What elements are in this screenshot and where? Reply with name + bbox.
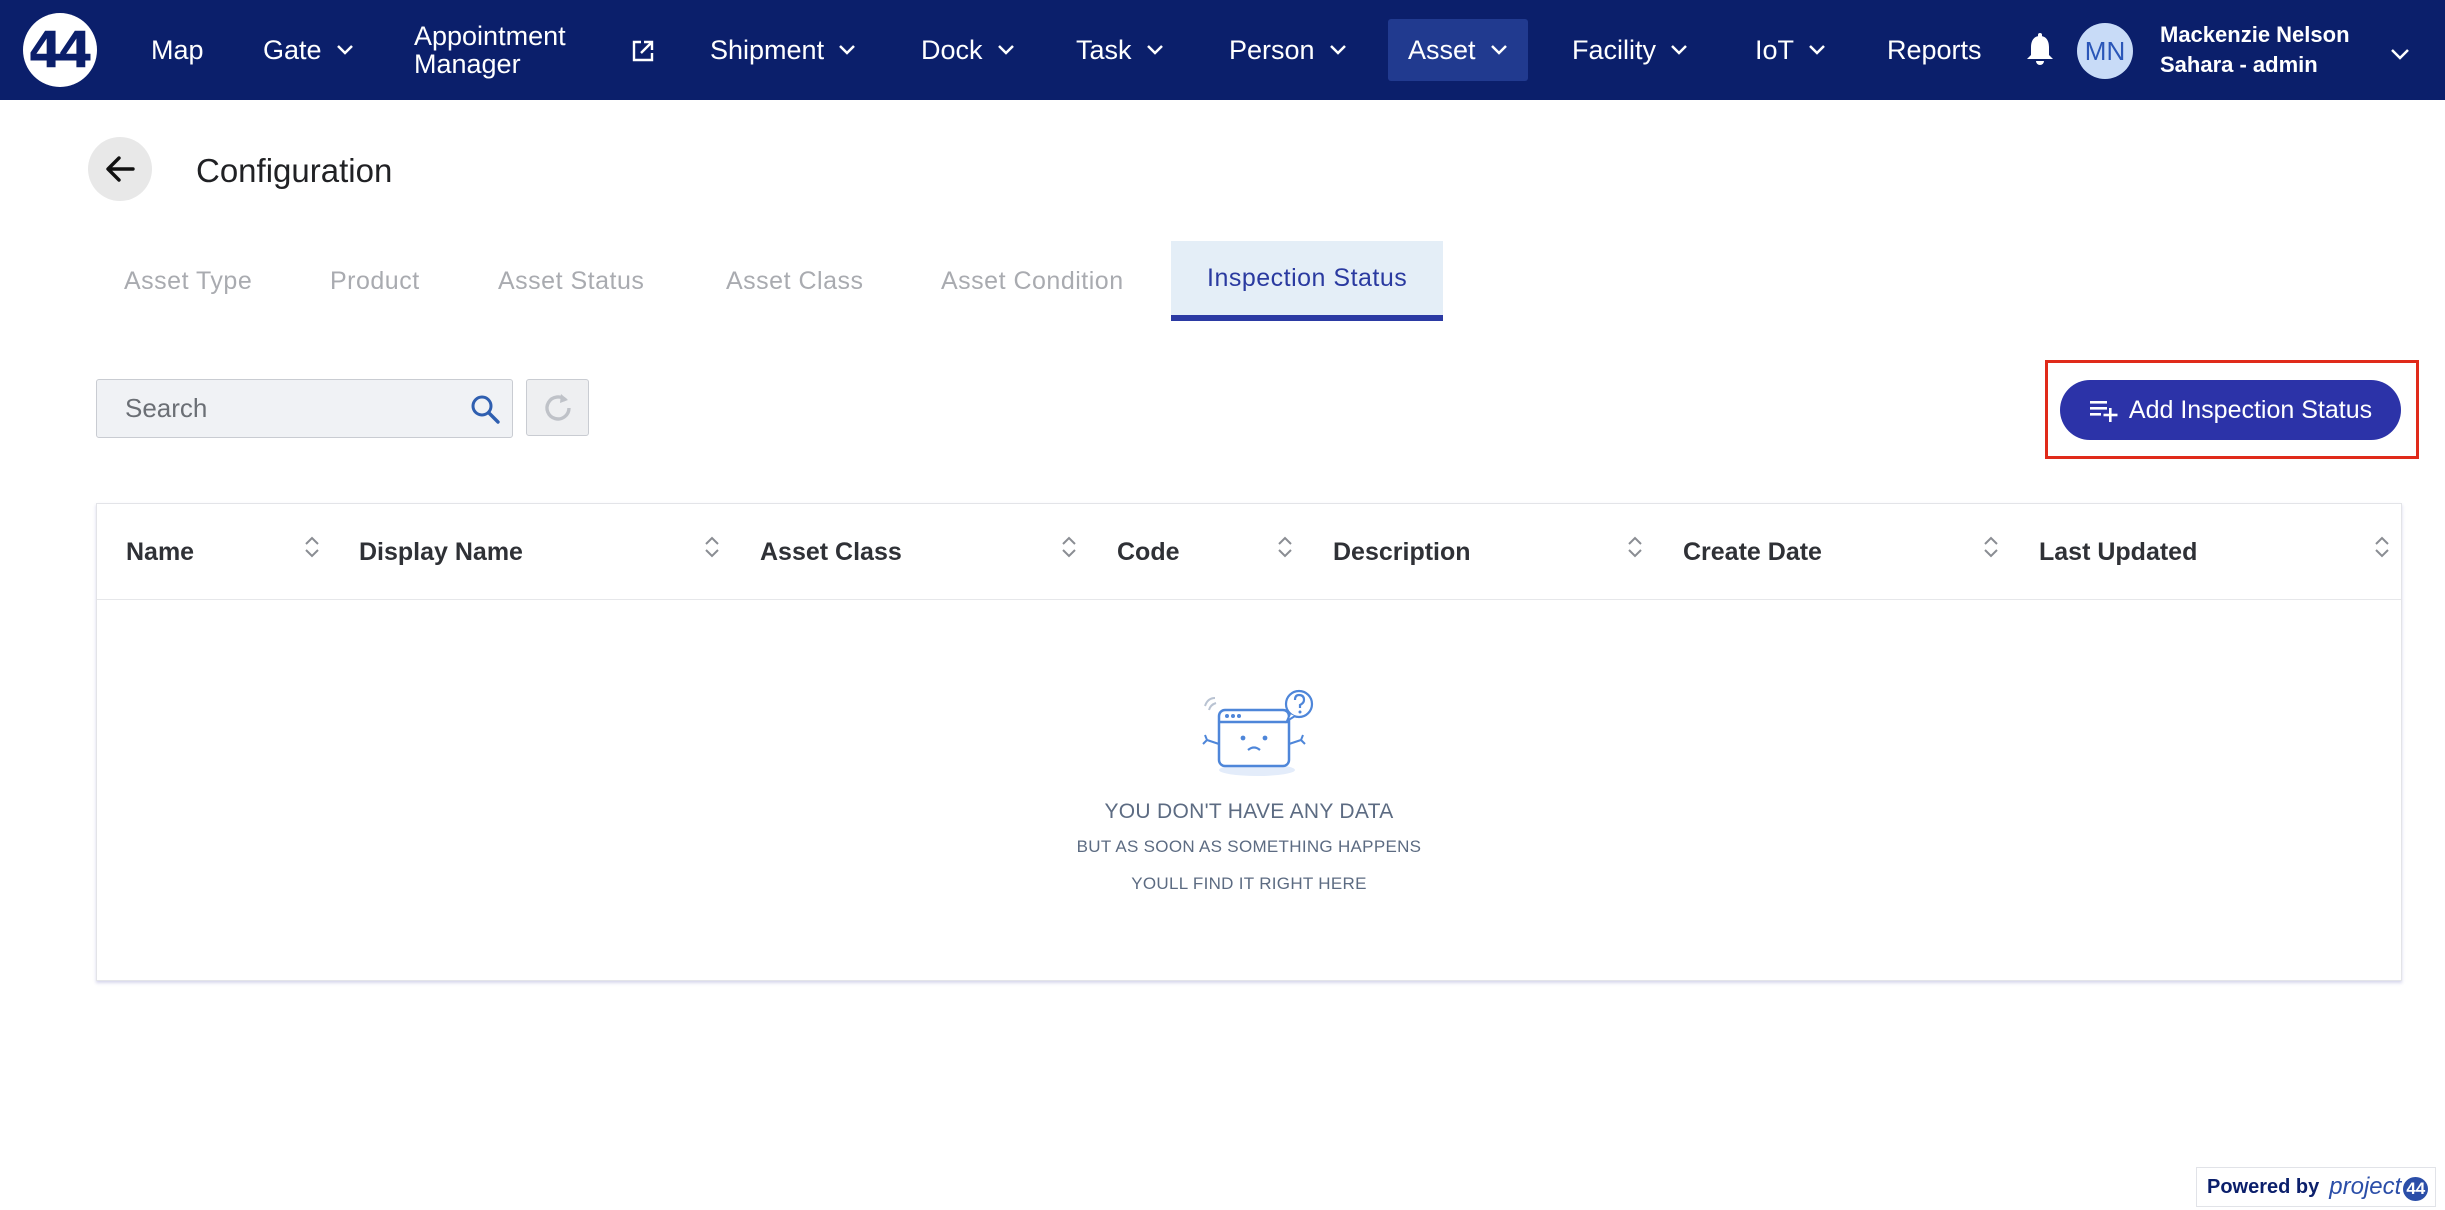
- sort-icon[interactable]: [1625, 534, 1645, 560]
- nav-facility-label: Facility: [1572, 34, 1657, 65]
- powered-by-label: Powered by: [2207, 1175, 2320, 1198]
- inspection-status-table: Name Display Name Asset Class Code Descr…: [96, 503, 2402, 981]
- brand-text: project: [2329, 1173, 2402, 1200]
- chevron-down-icon: [997, 45, 1014, 55]
- empty-state-line-1: BUT AS SOON AS SOMETHING HAPPENS: [1076, 837, 1422, 856]
- project44-logo[interactable]: 44: [23, 13, 97, 87]
- chevron-down-icon: [1146, 45, 1163, 55]
- column-header-display-name[interactable]: Display Name: [359, 504, 523, 600]
- column-header-code[interactable]: Code: [1117, 504, 1180, 600]
- user-role[interactable]: Sahara - admin: [2160, 52, 2318, 78]
- column-header-last-updated[interactable]: Last Updated: [2039, 504, 2197, 600]
- nav-reports-label: Reports: [1887, 34, 1982, 65]
- column-header-description[interactable]: Description: [1333, 504, 1471, 600]
- nav-appointment-label-2: Manager: [414, 49, 521, 79]
- nav-map[interactable]: Map: [151, 0, 204, 100]
- table-header: Name Display Name Asset Class Code Descr…: [97, 504, 2401, 600]
- refresh-button[interactable]: [526, 379, 589, 436]
- nav-facility[interactable]: Facility: [1572, 0, 1688, 100]
- tab-inspection-status[interactable]: Inspection Status: [1171, 241, 1444, 321]
- nav-appointment-label-1: Appointment: [414, 21, 566, 51]
- tab-asset-class[interactable]: Asset Class: [726, 241, 863, 321]
- tab-asset-status[interactable]: Asset Status: [498, 241, 644, 321]
- empty-state-title: YOU DON'T HAVE ANY DATA: [1104, 800, 1394, 823]
- search-icon[interactable]: [469, 393, 501, 425]
- nav-asset[interactable]: Asset: [1388, 19, 1528, 81]
- nav-iot-label: IoT: [1755, 34, 1795, 65]
- bell-icon[interactable]: [2024, 32, 2056, 68]
- search-input[interactable]: [97, 380, 457, 437]
- column-header-asset-class[interactable]: Asset Class: [760, 504, 902, 600]
- project44-wordmark: project 44: [2329, 1173, 2429, 1201]
- column-header-name[interactable]: Name: [126, 504, 194, 600]
- nav-dock[interactable]: Dock: [921, 0, 1015, 100]
- chevron-down-icon: [1809, 45, 1825, 55]
- tab-asset-condition[interactable]: Asset Condition: [941, 241, 1124, 321]
- chevron-down-icon: [336, 45, 353, 55]
- sort-icon[interactable]: [702, 534, 722, 560]
- brand-mark: 44: [2403, 1177, 2429, 1201]
- refresh-icon: [544, 393, 571, 421]
- playlist-add-icon: [2089, 401, 2118, 422]
- chevron-down-icon: [839, 45, 855, 55]
- nav-appointment-manager[interactable]: Appointment Manager: [414, 0, 566, 100]
- nav-asset-label: Asset: [1408, 34, 1476, 65]
- sort-icon[interactable]: [1275, 534, 1295, 560]
- sort-icon[interactable]: [302, 534, 322, 560]
- nav-shipment-label: Shipment: [710, 34, 825, 65]
- nav-shipment[interactable]: Shipment: [710, 0, 856, 100]
- nav-task[interactable]: Task: [1076, 0, 1164, 100]
- tab-product[interactable]: Product: [330, 241, 420, 321]
- nav-person[interactable]: Person: [1229, 0, 1347, 100]
- search-box: [96, 379, 513, 438]
- add-inspection-status-button[interactable]: Add Inspection Status: [2060, 380, 2401, 440]
- nav-task-label: Task: [1076, 34, 1132, 65]
- nav-gate[interactable]: Gate: [263, 0, 354, 100]
- back-button[interactable]: [88, 137, 152, 201]
- empty-state-illustration: [1202, 689, 1314, 776]
- nav-dock-label: Dock: [921, 34, 983, 65]
- chevron-down-icon: [1329, 45, 1346, 55]
- page-title: Configuration: [196, 152, 393, 189]
- nav-map-label: Map: [151, 34, 204, 65]
- nav-person-label: Person: [1229, 34, 1315, 65]
- add-inspection-status-label: Add Inspection Status: [2128, 395, 2373, 424]
- nav-iot[interactable]: IoT: [1755, 0, 1826, 100]
- user-avatar[interactable]: MN: [2077, 23, 2133, 79]
- empty-state-line-2: YOULL FIND IT RIGHT HERE: [1131, 874, 1367, 893]
- nav-reports[interactable]: Reports: [1887, 0, 1982, 100]
- external-link-icon[interactable]: [630, 38, 656, 64]
- arrow-left-icon: [106, 156, 135, 182]
- sort-icon[interactable]: [1059, 534, 1079, 560]
- chevron-down-icon[interactable]: [2390, 48, 2410, 60]
- sort-icon[interactable]: [1981, 534, 2001, 560]
- chevron-down-icon: [1671, 45, 1687, 55]
- top-navbar: 44 Map Gate Appointment Manager Shipment…: [0, 0, 2445, 100]
- tab-asset-type[interactable]: Asset Type: [124, 241, 252, 321]
- nav-gate-label: Gate: [263, 34, 322, 65]
- powered-by-badge[interactable]: Powered by project 44: [2196, 1167, 2436, 1207]
- sort-icon[interactable]: [2372, 534, 2392, 560]
- chevron-down-icon: [1490, 45, 1507, 55]
- user-name[interactable]: Mackenzie Nelson: [2160, 22, 2350, 48]
- column-header-create-date[interactable]: Create Date: [1683, 504, 1822, 600]
